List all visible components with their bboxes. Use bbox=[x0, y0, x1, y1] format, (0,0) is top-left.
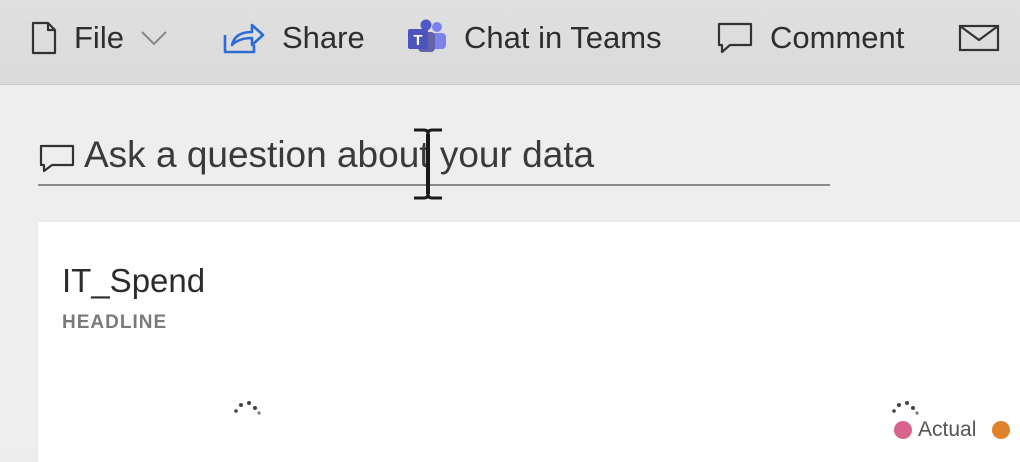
qa-input[interactable] bbox=[76, 130, 824, 180]
legend-label-actual: Actual bbox=[918, 418, 977, 441]
chart-legend: Actual bbox=[894, 418, 1011, 442]
comment-icon bbox=[716, 21, 754, 55]
mail-icon bbox=[958, 23, 1000, 53]
chevron-down-icon bbox=[140, 29, 168, 47]
share-button[interactable]: Share bbox=[222, 0, 365, 76]
document-icon bbox=[30, 21, 58, 55]
svg-text:T: T bbox=[413, 32, 422, 49]
chat-bubble-icon bbox=[38, 142, 76, 174]
file-menu-button[interactable]: File bbox=[30, 0, 168, 76]
teams-icon: T bbox=[406, 19, 448, 57]
comment-label: Comment bbox=[770, 20, 905, 55]
legend-marker-second bbox=[992, 421, 1011, 439]
email-button[interactable] bbox=[958, 0, 1000, 76]
comment-button[interactable]: Comment bbox=[716, 0, 904, 76]
share-icon bbox=[222, 21, 266, 55]
toolbar: File Share T Chat in Teams Comment bbox=[0, 0, 1020, 85]
share-label: Share bbox=[282, 20, 365, 55]
loading-spinner-icon bbox=[890, 396, 930, 416]
chat-in-teams-label: Chat in Teams bbox=[464, 20, 662, 55]
loading-spinner-icon bbox=[232, 396, 272, 416]
chat-in-teams-button[interactable]: T Chat in Teams bbox=[406, 0, 662, 76]
text-cursor-icon bbox=[408, 126, 448, 202]
file-menu-label: File bbox=[74, 20, 124, 55]
legend-marker-actual bbox=[894, 421, 912, 439]
card-title: IT_Spend bbox=[62, 262, 206, 299]
visual-card[interactable]: IT_Spend HEADLINE Actual bbox=[38, 222, 1020, 462]
card-subtitle: HEADLINE bbox=[62, 312, 168, 333]
